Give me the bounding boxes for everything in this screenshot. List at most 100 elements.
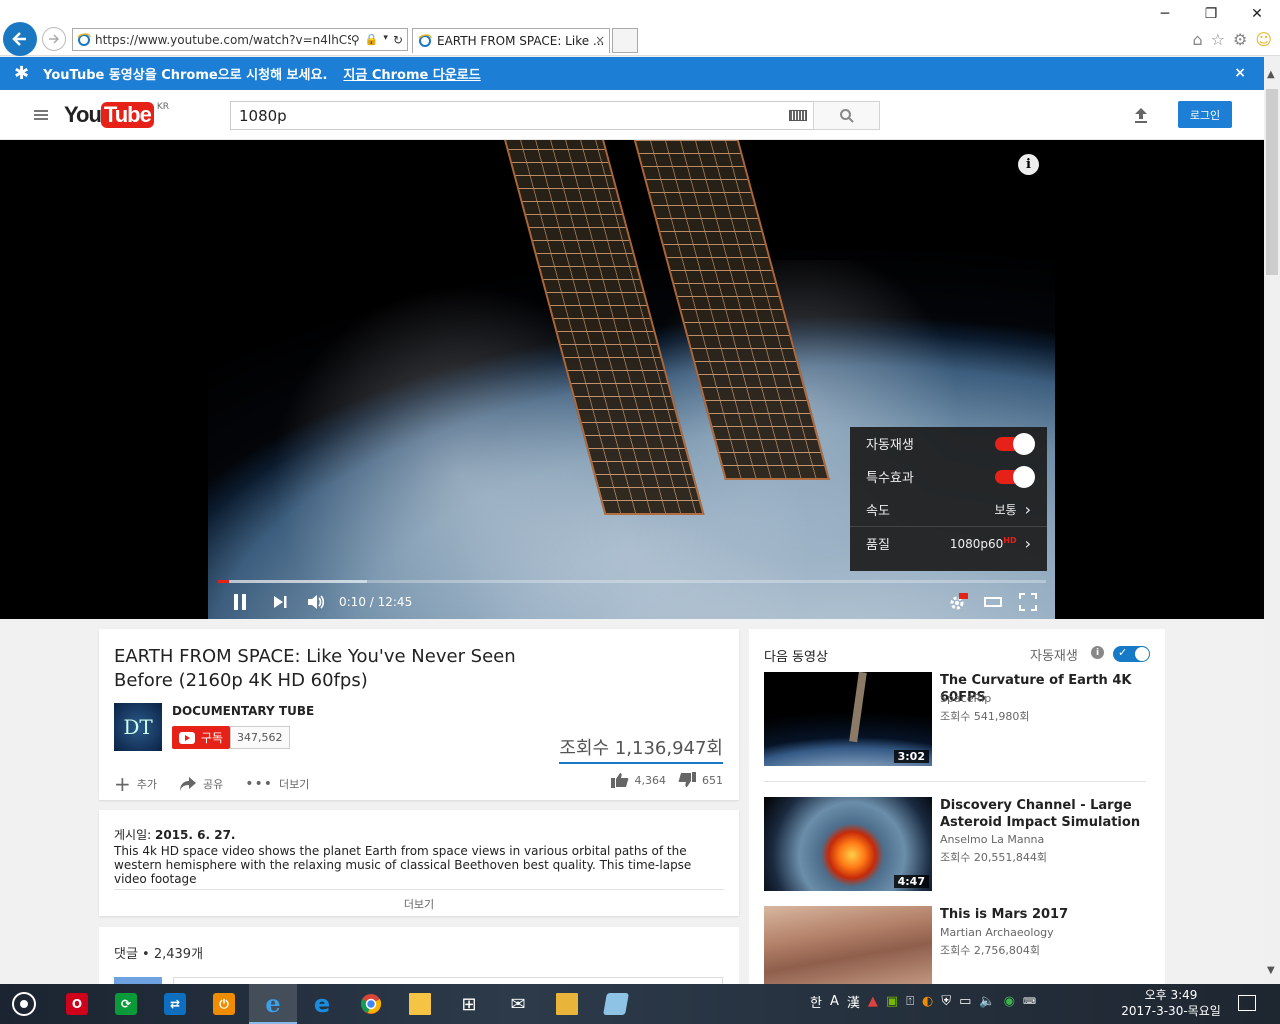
back-button[interactable] [3, 22, 37, 56]
banner-close-icon[interactable]: × [1234, 65, 1246, 81]
utorrent-icon[interactable]: ◉ [1004, 994, 1015, 1009]
smiley-icon[interactable]: ☺ [1255, 30, 1272, 49]
search-icon[interactable]: ⚲ [351, 33, 360, 47]
autoplay-toggle[interactable]: ✓ [1113, 646, 1150, 662]
search-button[interactable] [813, 101, 880, 130]
chrome-download-link[interactable]: 지금 Chrome 다운로드 [343, 64, 480, 83]
autoplay-row[interactable]: 자동재생 [850, 427, 1047, 460]
gear-icon[interactable]: ⚙ [1233, 30, 1247, 49]
taskbar-app-explorer[interactable] [396, 984, 444, 1024]
list-item[interactable]: This is Mars 2017 Martian Archaeology 조회… [764, 906, 1149, 987]
scroll-down-icon[interactable]: ▼ [1267, 965, 1275, 976]
video-thumbnail[interactable]: 4:47 [764, 797, 932, 891]
channel-avatar[interactable]: DT [114, 703, 162, 751]
page-scrollbar[interactable]: ▲ ▼ [1264, 57, 1280, 984]
tray-app-icon[interactable]: ◐ [922, 994, 933, 1009]
ime-hangul[interactable]: 한 [810, 992, 822, 1011]
list-item[interactable]: 3:02 The Curvature of Earth 4K 60FPS Spa… [764, 672, 1149, 766]
autoplay-toggle[interactable] [995, 432, 1035, 455]
taskbar-app-mail[interactable]: ✉ [494, 984, 542, 1024]
more-button[interactable]: ••• 더보기 [245, 776, 309, 792]
taskbar-app-notes[interactable] [592, 984, 640, 1024]
quality-value: 1080p60HD [949, 535, 1017, 551]
like-button[interactable]: 4,364 [610, 772, 666, 788]
address-bar[interactable]: https://www.youtube.com/watch?v=n4lhCSM … [72, 28, 408, 51]
youtube-logo[interactable]: You Tube KR [64, 102, 169, 128]
taskbar-app-power[interactable]: ⏻ [200, 984, 248, 1024]
theater-mode-icon[interactable] [984, 593, 1002, 614]
scroll-thumb[interactable] [1266, 89, 1278, 275]
pause-icon[interactable] [232, 593, 248, 614]
ime-alpha[interactable]: A [830, 994, 839, 1009]
taskbar-app-sync[interactable]: ⟳ [102, 984, 150, 1024]
lock-icon[interactable]: 🔒 [365, 33, 379, 47]
taskbar-app-store[interactable]: ⊞ [445, 984, 493, 1024]
hamburger-menu-icon[interactable] [34, 110, 48, 120]
channel-name[interactable]: DOCUMENTARY TUBE [172, 704, 314, 718]
dislike-button[interactable]: 651 [678, 772, 723, 788]
usb-icon[interactable]: ⍐ [906, 994, 914, 1009]
nvidia-icon[interactable]: ▣ [886, 994, 898, 1009]
forward-button[interactable] [42, 27, 66, 51]
speaker-icon[interactable]: 🔈 [979, 994, 995, 1009]
publish-date: 게시일: 2015. 6. 27. [114, 828, 236, 842]
annotations-row[interactable]: 특수효과 [850, 460, 1047, 493]
annotations-toggle[interactable] [995, 465, 1035, 488]
view-count: 조회수 1,136,947회 [559, 734, 723, 764]
taskbar-app-opera[interactable]: O [53, 984, 101, 1024]
tab-close-icon[interactable]: × [595, 33, 605, 47]
new-tab-button[interactable] [612, 28, 638, 53]
shield-icon[interactable]: ⛨ [941, 994, 951, 1009]
close-window-button[interactable]: ✕ [1234, 0, 1280, 28]
info-icon[interactable]: i [1091, 646, 1104, 659]
taskbar-app-teamviewer[interactable]: ⇄ [151, 984, 199, 1024]
minimize-button[interactable]: ─ [1142, 0, 1188, 28]
start-icon [12, 992, 36, 1016]
scroll-up-icon[interactable]: ▲ [1267, 69, 1275, 80]
upload-button[interactable] [1132, 106, 1150, 128]
taskbar-app-ie[interactable]: e [249, 984, 297, 1024]
network-icon[interactable]: ▭ [959, 994, 971, 1009]
share-button[interactable]: 공유 [179, 776, 223, 792]
store-icon: ⊞ [461, 993, 477, 1015]
start-button[interactable] [0, 984, 48, 1024]
add-button[interactable]: + 추가 [114, 772, 157, 796]
taskbar-app-chrome[interactable] [347, 984, 395, 1024]
taskbar-clock[interactable]: 오후 3:49 2017-3-30-목요일 [1115, 987, 1227, 1019]
info-icon[interactable]: i [1018, 154, 1039, 175]
subscribe-button[interactable]: 구독 [172, 726, 231, 749]
share-icon [180, 777, 197, 791]
fullscreen-icon[interactable] [1019, 593, 1037, 614]
search-input[interactable]: 1080p [230, 101, 814, 130]
progress-bar[interactable] [218, 580, 1046, 583]
next-icon[interactable] [272, 593, 288, 614]
up-next-sidebar: 다음 동영상 자동재생 i ✓ 3:02 The Curvature of Ea… [749, 629, 1165, 987]
maximize-button[interactable]: ❐ [1188, 0, 1234, 28]
video-thumbnail[interactable]: 3:02 [764, 672, 932, 766]
time-display: 0:10 / 12:45 [339, 595, 413, 609]
video-thumbnail[interactable] [764, 906, 932, 987]
login-button[interactable]: 로그인 [1178, 101, 1232, 128]
show-more-button[interactable]: 더보기 [99, 896, 739, 912]
tray-show-hidden-icon[interactable]: ▲ [868, 994, 878, 1009]
ime-hanja[interactable]: 漢 [847, 992, 860, 1011]
keyboard-icon[interactable] [789, 110, 807, 121]
taskbar-app-folder[interactable] [543, 984, 591, 1024]
quality-row[interactable]: 품질 1080p60HD › [850, 526, 1047, 559]
browser-tab[interactable]: EARTH FROM SPACE: Like ... × [412, 28, 610, 53]
view-count: 조회수 2,756,804회 [940, 944, 1040, 957]
notification-center-icon[interactable] [1238, 995, 1256, 1011]
speed-row[interactable]: 속도 보통 › [850, 493, 1047, 526]
settings-gear-icon[interactable] [948, 593, 968, 614]
favorites-star-icon[interactable]: ☆ [1211, 30, 1225, 49]
keyboard-layout-icon[interactable]: ⌨ [1023, 997, 1036, 1007]
volume-icon[interactable] [306, 593, 326, 614]
view-count: 조회수 541,980회 [940, 710, 1030, 723]
home-icon[interactable]: ⌂ [1192, 30, 1202, 49]
refresh-icon[interactable]: ↻ [393, 33, 403, 47]
video-player[interactable]: i 자동재생 특수효과 속도 보통 › 품질 1080p60HD › 0:10 … [0, 140, 1264, 619]
taskbar-app-edge[interactable]: e [298, 984, 346, 1024]
star-icon: ✱ [14, 63, 30, 84]
dropdown-icon[interactable]: ▾ [383, 33, 388, 47]
list-item[interactable]: 4:47 Discovery Channel - Large Asteroid … [764, 797, 1149, 891]
